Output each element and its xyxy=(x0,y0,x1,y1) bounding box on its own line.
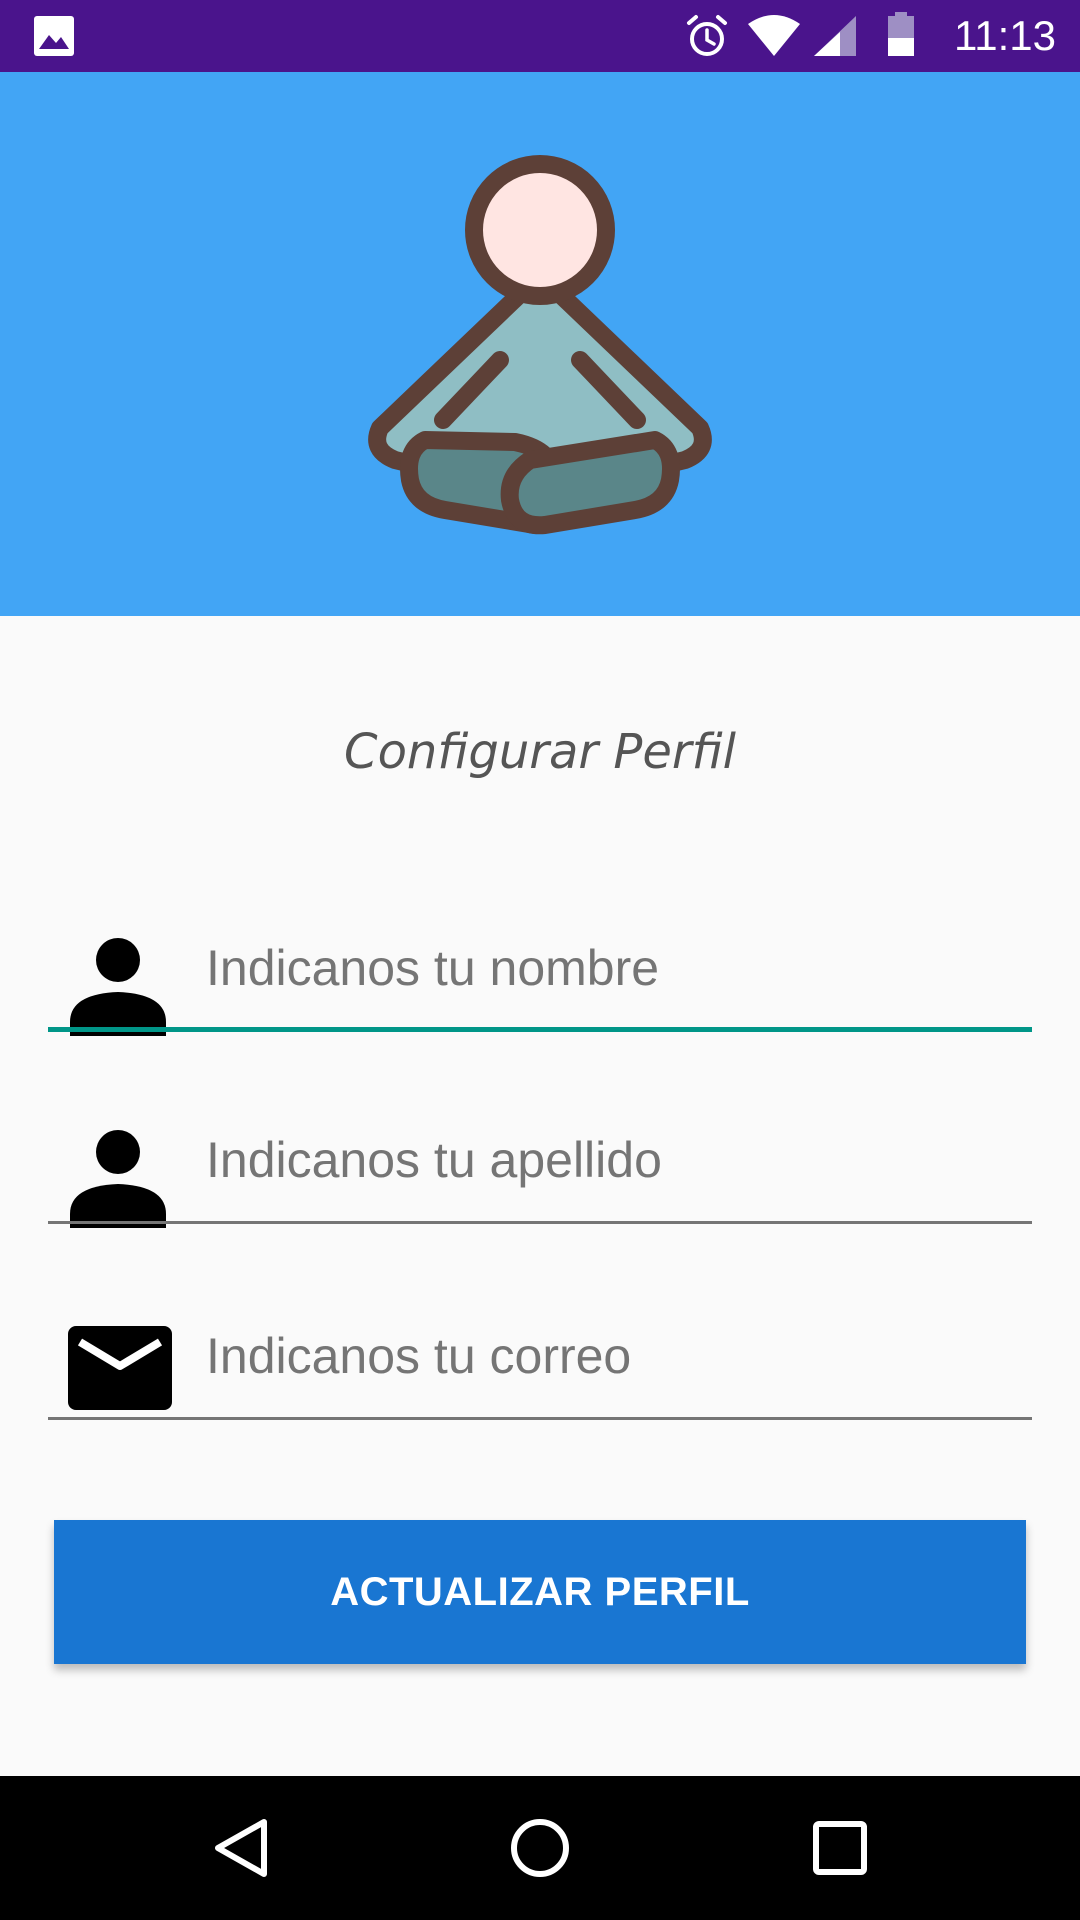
status-bar: 11:13 xyxy=(0,0,1080,72)
person-icon xyxy=(66,1124,170,1233)
mail-icon xyxy=(66,1320,174,1419)
person-icon xyxy=(66,932,170,1041)
profile-screen: 11:13 Configurar Perfil Indicanos tu nom… xyxy=(0,0,1080,1920)
gallery-icon xyxy=(34,16,74,61)
wifi-icon xyxy=(748,14,800,63)
meditation-person-icon xyxy=(365,150,715,555)
name-field-underline xyxy=(48,1027,1032,1032)
update-profile-button[interactable]: ACTUALIZAR PERFIL xyxy=(54,1520,1026,1664)
recents-icon[interactable] xyxy=(808,1816,872,1885)
clock-text: 11:13 xyxy=(954,12,1056,59)
name-field[interactable] xyxy=(48,912,1032,1036)
name-input[interactable] xyxy=(206,930,1006,1006)
back-icon[interactable] xyxy=(210,1816,274,1885)
home-icon[interactable] xyxy=(508,1816,572,1885)
battery-icon xyxy=(886,12,916,63)
surname-field-underline xyxy=(48,1221,1032,1224)
surname-field[interactable] xyxy=(48,1104,1032,1228)
signal-icon xyxy=(812,14,858,63)
email-field[interactable] xyxy=(48,1300,1032,1420)
navigation-bar xyxy=(0,1776,1080,1920)
email-input[interactable] xyxy=(206,1318,1006,1394)
alarm-icon xyxy=(684,14,730,65)
surname-input[interactable] xyxy=(206,1122,1006,1198)
email-field-underline xyxy=(48,1417,1032,1420)
page-title: Configurar Perfil xyxy=(344,724,736,780)
header-banner xyxy=(0,72,1080,616)
